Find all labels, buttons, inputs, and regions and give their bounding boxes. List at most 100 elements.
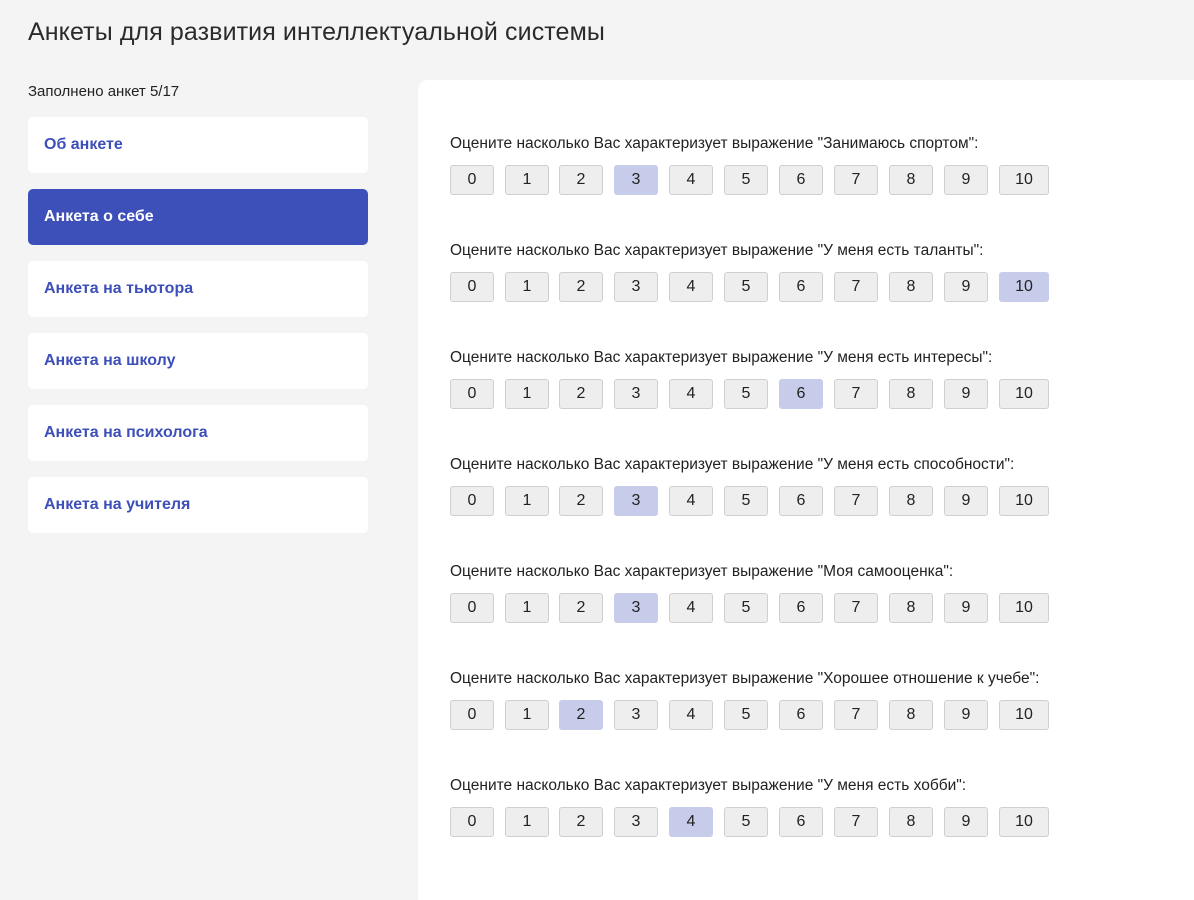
sidebar-item-label: Анкета на тьютора bbox=[44, 280, 194, 297]
rating-option[interactable]: 1 bbox=[505, 379, 549, 409]
rating-scale: 0 1 2 3 4 5 6 7 8 9 10 bbox=[450, 272, 1070, 304]
rating-option[interactable]: 7 bbox=[834, 272, 878, 302]
rating-option[interactable]: 8 bbox=[889, 165, 933, 195]
question-text: Оцените насколько Вас характеризует выра… bbox=[450, 670, 1040, 687]
rating-option[interactable]: 6 bbox=[779, 272, 823, 302]
survey-sidebar: Об анкете Анкета о себе Анкета на тьютор… bbox=[28, 117, 368, 549]
rating-option[interactable]: 0 bbox=[450, 165, 494, 195]
rating-option[interactable]: 5 bbox=[724, 165, 768, 195]
rating-option[interactable]: 2 bbox=[559, 807, 603, 837]
question-text: Оцените насколько Вас характеризует выра… bbox=[450, 242, 984, 259]
rating-option[interactable]: 10 bbox=[999, 593, 1049, 623]
rating-option[interactable]: 5 bbox=[724, 379, 768, 409]
rating-option[interactable]: 10 bbox=[999, 272, 1049, 302]
rating-option[interactable]: 10 bbox=[999, 165, 1049, 195]
rating-option[interactable]: 6 bbox=[779, 379, 823, 409]
sidebar-item-about-survey[interactable]: Об анкете bbox=[28, 117, 368, 173]
rating-option[interactable]: 10 bbox=[999, 379, 1049, 409]
rating-option[interactable]: 0 bbox=[450, 272, 494, 302]
rating-option[interactable]: 9 bbox=[944, 272, 988, 302]
rating-option[interactable]: 2 bbox=[559, 593, 603, 623]
rating-option[interactable]: 10 bbox=[999, 486, 1049, 516]
rating-option[interactable]: 8 bbox=[889, 272, 933, 302]
rating-option[interactable]: 3 bbox=[614, 593, 658, 623]
question-text: Оцените насколько Вас характеризует выра… bbox=[450, 349, 993, 366]
rating-option[interactable]: 2 bbox=[559, 272, 603, 302]
rating-option[interactable]: 1 bbox=[505, 165, 549, 195]
rating-option[interactable]: 4 bbox=[669, 165, 713, 195]
rating-option[interactable]: 8 bbox=[889, 379, 933, 409]
survey-form-panel: Оцените насколько Вас характеризует выра… bbox=[418, 80, 1194, 900]
rating-option[interactable]: 3 bbox=[614, 379, 658, 409]
rating-option[interactable]: 9 bbox=[944, 593, 988, 623]
rating-option[interactable]: 2 bbox=[559, 486, 603, 516]
rating-option[interactable]: 8 bbox=[889, 807, 933, 837]
rating-option[interactable]: 3 bbox=[614, 700, 658, 730]
rating-option[interactable]: 8 bbox=[889, 700, 933, 730]
rating-option[interactable]: 7 bbox=[834, 165, 878, 195]
rating-option[interactable]: 4 bbox=[669, 486, 713, 516]
rating-option[interactable]: 4 bbox=[669, 593, 713, 623]
rating-option[interactable]: 1 bbox=[505, 486, 549, 516]
sidebar-item-about-self[interactable]: Анкета о себе bbox=[28, 189, 368, 245]
rating-option[interactable]: 1 bbox=[505, 807, 549, 837]
rating-option[interactable]: 2 bbox=[559, 700, 603, 730]
rating-option[interactable]: 0 bbox=[450, 700, 494, 730]
rating-option[interactable]: 1 bbox=[505, 593, 549, 623]
rating-question: Оцените насколько Вас характеризует выра… bbox=[450, 561, 1049, 623]
rating-option[interactable]: 8 bbox=[889, 486, 933, 516]
rating-question: Оцените насколько Вас характеризует выра… bbox=[450, 668, 1049, 730]
rating-option[interactable]: 7 bbox=[834, 807, 878, 837]
rating-option[interactable]: 0 bbox=[450, 486, 494, 516]
rating-option[interactable]: 0 bbox=[450, 807, 494, 837]
rating-option[interactable]: 5 bbox=[724, 593, 768, 623]
rating-option[interactable]: 9 bbox=[944, 807, 988, 837]
question-text: Оцените насколько Вас характеризует выра… bbox=[450, 456, 1015, 473]
rating-option[interactable]: 5 bbox=[724, 700, 768, 730]
rating-option[interactable]: 7 bbox=[834, 700, 878, 730]
rating-option[interactable]: 6 bbox=[779, 807, 823, 837]
rating-option[interactable]: 6 bbox=[779, 593, 823, 623]
rating-option[interactable]: 5 bbox=[724, 807, 768, 837]
sidebar-item-school[interactable]: Анкета на школу bbox=[28, 333, 368, 389]
rating-option[interactable]: 9 bbox=[944, 486, 988, 516]
rating-option[interactable]: 7 bbox=[834, 486, 878, 516]
rating-option[interactable]: 5 bbox=[724, 272, 768, 302]
rating-option[interactable]: 9 bbox=[944, 165, 988, 195]
rating-option[interactable]: 1 bbox=[505, 700, 549, 730]
rating-option[interactable]: 6 bbox=[779, 700, 823, 730]
rating-option[interactable]: 3 bbox=[614, 165, 658, 195]
rating-option[interactable]: 4 bbox=[669, 379, 713, 409]
rating-scale: 0 1 2 3 4 5 6 7 8 9 10 bbox=[450, 379, 1070, 411]
rating-scale: 0 1 2 3 4 5 6 7 8 9 10 bbox=[450, 700, 1070, 732]
rating-option[interactable]: 0 bbox=[450, 379, 494, 409]
rating-option[interactable]: 0 bbox=[450, 593, 494, 623]
rating-option[interactable]: 7 bbox=[834, 379, 878, 409]
rating-option[interactable]: 9 bbox=[944, 700, 988, 730]
sidebar-item-tutor[interactable]: Анкета на тьютора bbox=[28, 261, 368, 317]
rating-question: Оцените насколько Вас характеризует выра… bbox=[450, 775, 1049, 837]
rating-option[interactable]: 8 bbox=[889, 593, 933, 623]
rating-option[interactable]: 3 bbox=[614, 486, 658, 516]
rating-option[interactable]: 4 bbox=[669, 807, 713, 837]
rating-option[interactable]: 4 bbox=[669, 272, 713, 302]
sidebar-item-label: Анкета на психолога bbox=[44, 424, 208, 441]
rating-option[interactable]: 2 bbox=[559, 165, 603, 195]
rating-option[interactable]: 6 bbox=[779, 486, 823, 516]
rating-option[interactable]: 9 bbox=[944, 379, 988, 409]
sidebar-item-label: Анкета о себе bbox=[44, 208, 154, 225]
rating-scale: 0 1 2 3 4 5 6 7 8 9 10 bbox=[450, 165, 1070, 197]
rating-option[interactable]: 7 bbox=[834, 593, 878, 623]
rating-option[interactable]: 10 bbox=[999, 807, 1049, 837]
rating-option[interactable]: 10 bbox=[999, 700, 1049, 730]
rating-option[interactable]: 2 bbox=[559, 379, 603, 409]
rating-option[interactable]: 1 bbox=[505, 272, 549, 302]
rating-option[interactable]: 3 bbox=[614, 807, 658, 837]
sidebar-item-psychologist[interactable]: Анкета на психолога bbox=[28, 405, 368, 461]
rating-option[interactable]: 3 bbox=[614, 272, 658, 302]
rating-option[interactable]: 5 bbox=[724, 486, 768, 516]
rating-option[interactable]: 4 bbox=[669, 700, 713, 730]
sidebar-item-teacher[interactable]: Анкета на учителя bbox=[28, 477, 368, 533]
rating-scale: 0 1 2 3 4 5 6 7 8 9 10 bbox=[450, 593, 1070, 625]
rating-option[interactable]: 6 bbox=[779, 165, 823, 195]
